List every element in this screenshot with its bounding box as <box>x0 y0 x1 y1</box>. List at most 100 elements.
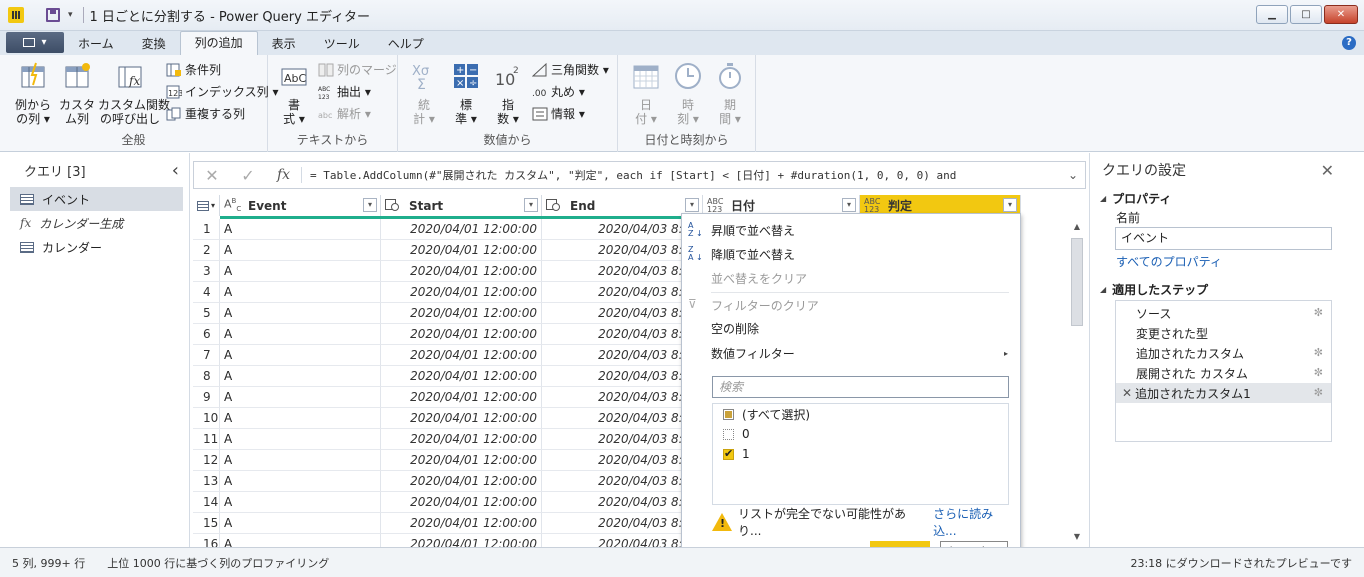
step-item[interactable]: 変更された型 <box>1116 323 1331 343</box>
cell-event[interactable]: A <box>220 408 381 429</box>
cell-end[interactable]: 2020/04/03 8:00 <box>542 282 703 303</box>
step-item[interactable]: 展開された カスタム ✼ <box>1116 363 1331 383</box>
row-number[interactable]: 8 <box>193 366 220 387</box>
table-menu-icon[interactable]: ▾ <box>193 195 220 216</box>
tab-view[interactable]: 表示 <box>258 33 310 55</box>
scroll-thumb[interactable] <box>1071 238 1083 326</box>
merge-columns-button[interactable]: 列のマージ <box>318 61 397 78</box>
row-number[interactable]: 15 <box>193 513 220 534</box>
cell-start[interactable]: 2020/04/01 12:00:00 <box>381 492 542 513</box>
format-button[interactable]: AbC 書 式 ▾ <box>276 61 312 126</box>
minimize-button[interactable]: ▁ <box>1256 5 1288 24</box>
filter-value-0[interactable]: 0 <box>713 424 1008 444</box>
column-from-examples-button[interactable]: 例から の列 ▾ <box>8 61 58 126</box>
information-button[interactable]: 情報 ▾ <box>532 105 585 122</box>
rounding-button[interactable]: .00 丸め ▾ <box>532 83 585 100</box>
cell-end[interactable]: 2020/04/03 8:00 <box>542 303 703 324</box>
cell-event[interactable]: A <box>220 240 381 261</box>
maximize-button[interactable]: □ <box>1290 5 1322 24</box>
delete-step-icon[interactable]: ✕ <box>1122 386 1132 400</box>
row-number[interactable]: 13 <box>193 471 220 492</box>
row-number[interactable]: 9 <box>193 387 220 408</box>
row-number[interactable]: 1 <box>193 219 220 240</box>
help-icon[interactable]: ? <box>1342 36 1356 50</box>
close-button[interactable]: ✕ <box>1324 5 1358 24</box>
filter-value-select-all[interactable]: (すべて選択) <box>713 404 1008 424</box>
cell-event[interactable]: A <box>220 261 381 282</box>
cell-end[interactable]: 2020/04/03 8:00 <box>542 513 703 534</box>
remove-empty-item[interactable]: 空の削除 <box>682 316 1020 340</box>
cell-start[interactable]: 2020/04/01 12:00:00 <box>381 450 542 471</box>
tab-add-column[interactable]: 列の追加 <box>179 31 258 55</box>
step-item[interactable]: 追加されたカスタム ✼ <box>1116 343 1331 363</box>
cell-event[interactable]: A <box>220 303 381 324</box>
close-settings-icon[interactable]: ✕ <box>1321 161 1334 180</box>
checkbox-checked[interactable] <box>723 447 734 460</box>
all-properties-link[interactable]: すべてのプロパティ <box>1090 250 1364 274</box>
tab-help[interactable]: ヘルプ <box>374 33 438 55</box>
row-number[interactable]: 3 <box>193 261 220 282</box>
cell-event[interactable]: A <box>220 471 381 492</box>
cell-end[interactable]: 2020/04/03 8:00 <box>542 366 703 387</box>
cell-start[interactable]: 2020/04/01 12:00:00 <box>381 387 542 408</box>
properties-section[interactable]: ◢ プロパティ <box>1090 187 1364 209</box>
query-item-calendar[interactable]: カレンダー <box>0 235 189 259</box>
cell-start[interactable]: 2020/04/01 12:00:00 <box>381 240 542 261</box>
filter-dropdown-icon[interactable]: ▾ <box>524 198 538 212</box>
trigonometry-button[interactable]: 三角関数 ▾ <box>532 61 609 78</box>
time-button[interactable]: 時 刻 ▾ <box>668 61 708 126</box>
column-header-end[interactable]: End ▾ <box>542 195 703 216</box>
scroll-down-icon[interactable]: ▼ <box>1069 532 1085 546</box>
cell-start[interactable]: 2020/04/01 12:00:00 <box>381 345 542 366</box>
filter-search-input[interactable]: 検索 <box>712 376 1009 398</box>
expand-formula-icon[interactable]: ⌄ <box>1061 168 1085 182</box>
query-item-calendar-generator[interactable]: fx カレンダー生成 <box>0 211 189 235</box>
formula-cancel-icon[interactable]: ✕ <box>194 166 230 185</box>
cell-start[interactable]: 2020/04/01 12:00:00 <box>381 261 542 282</box>
filter-dropdown-icon[interactable]: ▾ <box>842 198 856 212</box>
row-number[interactable]: 2 <box>193 240 220 261</box>
tab-home[interactable]: ホーム <box>64 33 128 55</box>
date-button[interactable]: 日 付 ▾ <box>626 61 666 126</box>
standard-button[interactable]: + − × ÷ 標 準 ▾ <box>448 61 484 126</box>
row-number[interactable]: 10 <box>193 408 220 429</box>
cell-end[interactable]: 2020/04/03 8:00 <box>542 492 703 513</box>
statistics-button[interactable]: Xσ Σ 統 計 ▾ <box>406 61 442 126</box>
cell-end[interactable]: 2020/04/03 8:00 <box>542 471 703 492</box>
cell-end[interactable]: 2020/04/03 8:00 <box>542 219 703 240</box>
row-number[interactable]: 6 <box>193 324 220 345</box>
cell-event[interactable]: A <box>220 450 381 471</box>
checkbox-partial[interactable] <box>723 408 734 420</box>
cell-end[interactable]: 2020/04/03 8:00 <box>542 534 703 547</box>
row-number[interactable]: 4 <box>193 282 220 303</box>
step-item[interactable]: ソース ✼ <box>1116 303 1331 323</box>
cell-end[interactable]: 2020/04/03 8:00 <box>542 261 703 282</box>
cell-event[interactable]: A <box>220 324 381 345</box>
column-header-event[interactable]: ABC Event ▾ <box>220 195 381 216</box>
cell-start[interactable]: 2020/04/01 12:00:00 <box>381 513 542 534</box>
cell-start[interactable]: 2020/04/01 12:00:00 <box>381 303 542 324</box>
filter-dropdown-icon[interactable]: ▾ <box>1003 198 1017 212</box>
cell-end[interactable]: 2020/04/03 8:00 <box>542 450 703 471</box>
filter-dropdown-icon[interactable]: ▾ <box>685 198 699 212</box>
quick-access-dropdown-icon[interactable]: ▾ <box>68 10 73 20</box>
cell-event[interactable]: A <box>220 429 381 450</box>
formula-text[interactable]: = Table.AddColumn(#"展開された カスタム", "判定", e… <box>302 167 1061 183</box>
cell-start[interactable]: 2020/04/01 12:00:00 <box>381 408 542 429</box>
file-menu-button[interactable]: ▾ <box>6 32 64 53</box>
cell-end[interactable]: 2020/04/03 8:00 <box>542 324 703 345</box>
load-more-link[interactable]: さらに読み込... <box>933 505 1012 539</box>
column-header-start[interactable]: Start ▾ <box>381 195 542 216</box>
filter-dropdown-icon[interactable]: ▾ <box>363 198 377 212</box>
cell-end[interactable]: 2020/04/03 8:00 <box>542 387 703 408</box>
cell-end[interactable]: 2020/04/03 8:00 <box>542 408 703 429</box>
checkbox-unchecked[interactable] <box>723 428 734 440</box>
cell-end[interactable]: 2020/04/03 8:00 <box>542 429 703 450</box>
status-profiling[interactable]: 上位 1000 行に基づく列のプロファイリング <box>107 555 329 571</box>
scroll-up-icon[interactable]: ▲ <box>1069 222 1085 236</box>
number-filters-item[interactable]: 数値フィルター ▸ <box>682 341 1020 365</box>
cell-event[interactable]: A <box>220 513 381 534</box>
tab-transform[interactable]: 変換 <box>128 33 180 55</box>
cell-event[interactable]: A <box>220 492 381 513</box>
row-number[interactable]: 7 <box>193 345 220 366</box>
